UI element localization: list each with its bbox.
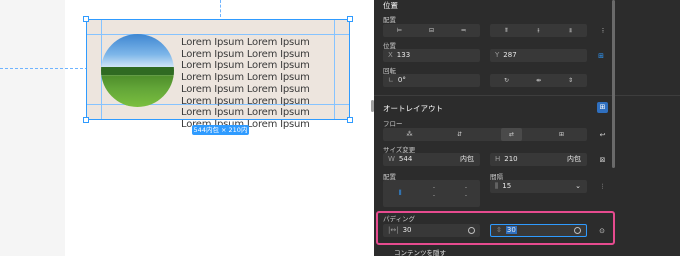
flow-label: フロー: [383, 120, 403, 128]
rotation-icon: ∟: [388, 76, 394, 84]
y-prefix: Y: [495, 51, 500, 59]
guide-line-vertical: [220, 0, 221, 17]
vertical-align-group: ⫪ ⫲ ⫫: [490, 24, 587, 37]
width-field[interactable]: W 544 内包: [383, 153, 480, 166]
gap-value: 15: [502, 182, 512, 190]
x-prefix: X: [388, 51, 393, 59]
distribute-icon[interactable]: ⁝: [599, 26, 607, 36]
h-mode-dropdown[interactable]: 内包: [567, 153, 581, 166]
constraints-icon[interactable]: ⊞: [596, 51, 606, 61]
autolayout-toggle-icon[interactable]: ⊞: [597, 102, 608, 113]
align-middle-icon[interactable]: ⫲: [528, 24, 549, 37]
flip-horizontal-icon[interactable]: ⇹: [528, 74, 549, 87]
h-prefix: H: [495, 155, 501, 163]
panel-scrollbar[interactable]: [612, 0, 615, 168]
position-section-title: 位置: [383, 1, 398, 10]
align-dot-icon[interactable]: ·: [463, 191, 469, 201]
lorem-text-block[interactable]: Lorem Ipsum Lorem Ipsum Lorem Ipsum Lore…: [181, 37, 341, 131]
gap-icon: ⫼: [495, 182, 499, 190]
flow-horizontal-icon[interactable]: ⇄: [501, 128, 522, 141]
resize-handle-bottom-left[interactable]: [83, 117, 89, 123]
resize-handle-top-right[interactable]: [347, 16, 353, 22]
flow-vertical-icon[interactable]: ⇵: [449, 128, 470, 141]
align-right-icon[interactable]: ⫤: [453, 24, 474, 37]
resize-handle-top-left[interactable]: [83, 16, 89, 22]
guide-line-horizontal: [0, 68, 88, 69]
align-left-icon[interactable]: ⊨: [389, 24, 410, 37]
alignment-grid[interactable]: ⦀ · · · ·: [383, 180, 480, 207]
flow-direction-group: ⁂ ⇵ ⇄ ⊞: [383, 128, 587, 141]
align-label: 配置: [383, 16, 396, 24]
x-position-field[interactable]: X 133: [383, 49, 480, 62]
rotation-field[interactable]: ∟ 0°: [383, 74, 480, 87]
y-value: 287: [503, 51, 517, 59]
editor-window: Lorem Ipsum Lorem Ipsum Lorem Ipsum Lore…: [0, 0, 680, 256]
align-top-icon[interactable]: ⫪: [496, 24, 517, 37]
chevron-down-icon[interactable]: ⌄: [575, 180, 581, 193]
horizontal-align-group: ⊨ ⊟ ⫤: [383, 24, 480, 37]
align-grid-selected-icon[interactable]: ⦀: [395, 188, 405, 198]
autolayout-section-title: オートレイアウト: [383, 104, 443, 113]
h-value: 210: [504, 155, 518, 163]
align-bottom-icon[interactable]: ⫫: [560, 24, 581, 37]
rotate-90-icon[interactable]: ↻: [496, 74, 517, 87]
rotation-value: 0°: [397, 76, 406, 84]
align-dot-icon[interactable]: ·: [431, 191, 437, 201]
align-center-h-icon[interactable]: ⊟: [421, 24, 442, 37]
w-value: 544: [398, 155, 413, 163]
gap-field[interactable]: ⫼ 15 ⌄: [490, 180, 587, 193]
w-prefix: W: [388, 155, 395, 163]
w-mode-dropdown[interactable]: 内包: [460, 153, 474, 166]
x-value: 133: [396, 51, 411, 59]
flow-grid-icon[interactable]: ⊞: [551, 128, 572, 141]
resize-handle-bottom-right[interactable]: [347, 117, 353, 123]
frame-size-badge: 544内包 × 210内包: [192, 125, 249, 144]
tree-line: [101, 67, 174, 75]
layout-settings-icon[interactable]: ⫶: [598, 182, 607, 192]
landscape-photo[interactable]: [101, 34, 174, 107]
clip-resize-icon[interactable]: ⊠: [598, 155, 607, 165]
section-divider: [374, 95, 680, 96]
transform-group: ↻ ⇹ ⇕: [490, 74, 587, 87]
flip-vertical-icon[interactable]: ⇕: [560, 74, 581, 87]
clip-content-label[interactable]: コンテンツを隠す: [394, 247, 446, 256]
flow-free-icon[interactable]: ⁂: [399, 128, 420, 141]
y-position-field[interactable]: Y 287: [490, 49, 587, 62]
wrap-icon[interactable]: ↩: [598, 130, 607, 140]
height-field[interactable]: H 210 内包: [490, 153, 587, 166]
canvas-gutter: [0, 0, 65, 256]
padding-highlight-box: [376, 211, 615, 245]
